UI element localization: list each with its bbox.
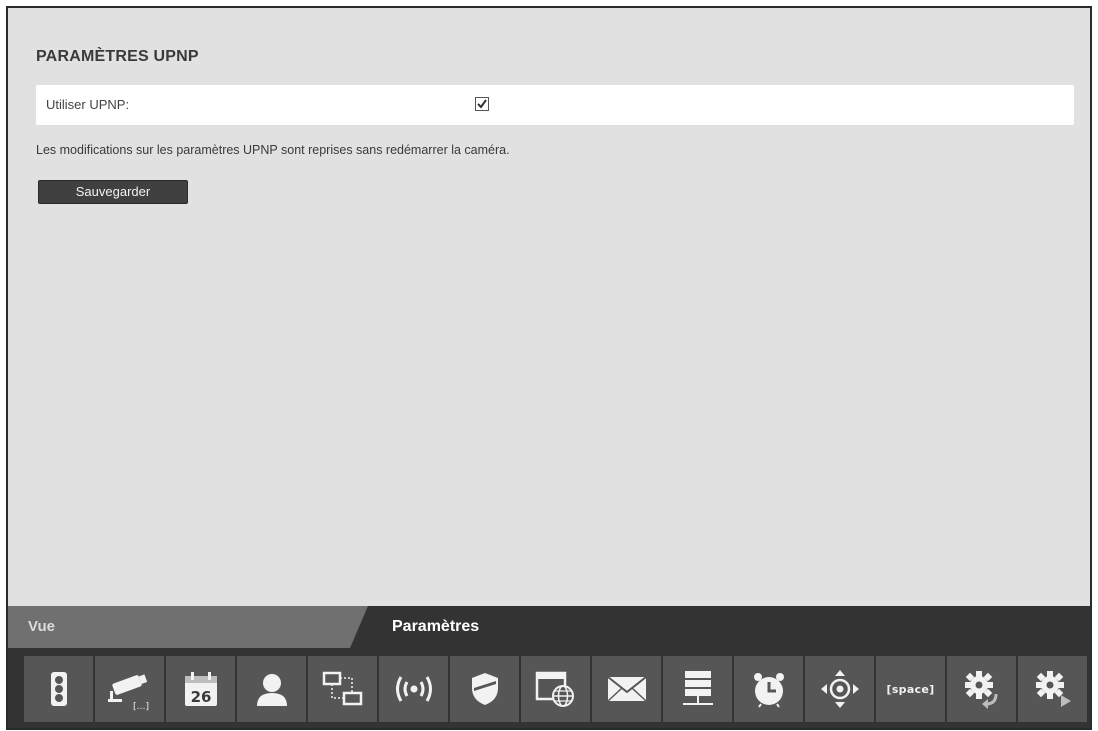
svg-text:[…]: […] [133, 702, 149, 711]
save-button[interactable]: Sauvegarder [38, 180, 188, 204]
tool-security[interactable] [450, 656, 519, 722]
ptz-icon [820, 670, 859, 708]
calendar-day: 26 [190, 688, 211, 706]
app-window: PARAMÈTRES UPNP Utiliser UPNP: Les modif… [6, 6, 1092, 730]
tab-bar: Vue Paramètres [8, 606, 1090, 648]
wireless-icon [395, 676, 432, 702]
tool-server[interactable] [663, 656, 732, 722]
upnp-setting-label: Utiliser UPNP: [46, 97, 130, 112]
traffic-light-icon [50, 672, 67, 706]
tool-web[interactable] [521, 656, 590, 722]
tab-vue-label: Vue [28, 618, 55, 635]
network-topology-icon [322, 671, 362, 706]
space-icon: [space] [886, 682, 935, 696]
user-icon [256, 674, 287, 706]
gear-play-icon [1035, 671, 1071, 707]
settings-panel: PARAMÈTRES UPNP Utiliser UPNP: Les modif… [8, 8, 1090, 608]
tool-email[interactable] [592, 656, 661, 722]
settings-toolbar: […] 26 [space] [24, 656, 1090, 722]
gear-restore-icon [964, 671, 997, 709]
tool-ptz[interactable] [805, 656, 874, 722]
tab-parametres[interactable]: Paramètres [392, 618, 479, 636]
tab-vue[interactable]: Vue [8, 606, 368, 648]
tool-gear-play[interactable] [1018, 656, 1087, 722]
camera-settings-icon: […] [107, 674, 149, 711]
email-icon [606, 676, 647, 702]
tool-wireless[interactable] [379, 656, 448, 722]
web-browser-icon [535, 671, 574, 707]
section-title: PARAMÈTRES UPNP [36, 48, 199, 65]
tool-network[interactable] [308, 656, 377, 722]
check-icon [477, 99, 487, 109]
server-icon [682, 671, 713, 705]
tool-camera[interactable]: […] [95, 656, 164, 722]
tool-status[interactable] [24, 656, 93, 722]
tool-alarm[interactable] [734, 656, 803, 722]
shield-icon [471, 673, 498, 705]
info-note: Les modifications sur les paramètres UPN… [36, 143, 510, 157]
tool-gear-restore[interactable] [947, 656, 1016, 722]
tool-calendar[interactable]: 26 [166, 656, 235, 722]
alarm-clock-icon [753, 673, 784, 708]
upnp-checkbox[interactable] [475, 97, 489, 111]
upnp-setting-row: Utiliser UPNP: [36, 85, 1074, 125]
bottom-navigation: Vue Paramètres […] 26 [space] [8, 606, 1090, 728]
tool-user[interactable] [237, 656, 306, 722]
calendar-icon: 26 [184, 672, 217, 706]
tool-space[interactable]: [space] [876, 656, 945, 722]
